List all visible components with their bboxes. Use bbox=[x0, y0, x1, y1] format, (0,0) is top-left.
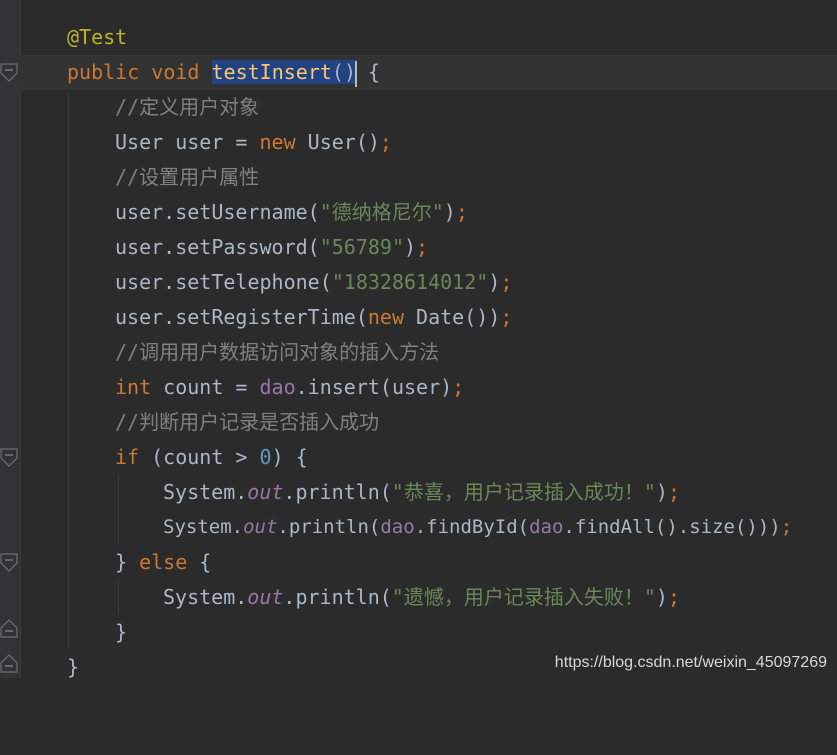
code-line[interactable]: //设置用户属性 bbox=[20, 160, 837, 195]
code-line-current[interactable]: public void testInsert() { bbox=[20, 55, 837, 90]
text-token: ) bbox=[655, 480, 668, 504]
text-token: user.setTelephone( bbox=[115, 270, 332, 294]
text-token: } bbox=[67, 655, 80, 679]
text-token: } bbox=[115, 550, 140, 574]
text-token: System. bbox=[163, 516, 244, 538]
keyword-token: new bbox=[259, 130, 296, 154]
string-token: "遗憾，用户记录插入失败！" bbox=[391, 585, 656, 609]
code-line[interactable]: user.setUsername("德纳格尼尔"); bbox=[20, 195, 837, 230]
keyword-token: new bbox=[367, 305, 404, 329]
fold-close-icon[interactable] bbox=[0, 652, 18, 674]
comment-token: //调用用户数据访问对象的插入方法 bbox=[115, 340, 440, 364]
semicolon-token: ; bbox=[455, 200, 468, 224]
text-token: ) bbox=[443, 200, 456, 224]
code-line[interactable]: if (count > 0) { bbox=[20, 440, 837, 475]
text-token: user.setRegisterTime( bbox=[115, 305, 368, 329]
text-token: user.setUsername( bbox=[115, 200, 320, 224]
field-token: dao bbox=[380, 516, 415, 538]
semicolon-token: ; bbox=[500, 270, 513, 294]
code-line[interactable]: user.setPassword("56789"); bbox=[20, 230, 837, 265]
keyword-token: else bbox=[139, 550, 188, 574]
semicolon-token: ; bbox=[379, 130, 392, 154]
keyword-token: int bbox=[115, 375, 152, 399]
selected-method-name[interactable]: testInsert bbox=[211, 60, 332, 84]
semicolon-token: ; bbox=[667, 480, 680, 504]
field-token: dao bbox=[529, 516, 564, 538]
field-token: dao bbox=[259, 375, 296, 399]
code-line[interactable]: @Test bbox=[20, 20, 837, 55]
string-token: "德纳格尼尔" bbox=[319, 200, 444, 224]
text-token: System. bbox=[163, 480, 248, 504]
text-token: System. bbox=[163, 585, 248, 609]
string-token: "18328614012" bbox=[331, 270, 489, 294]
text-token: ) bbox=[404, 235, 417, 259]
keyword-token: if bbox=[115, 445, 140, 469]
static-field-token: out bbox=[247, 585, 284, 609]
static-field-token: out bbox=[243, 516, 278, 538]
fold-open-icon[interactable] bbox=[0, 447, 18, 469]
watermark-url: https://blog.csdn.net/weixin_45097269 bbox=[554, 654, 827, 671]
text-token: .println( bbox=[283, 585, 392, 609]
semicolon-token: ; bbox=[780, 516, 793, 538]
annotation-token: @Test bbox=[67, 25, 128, 49]
text-token: ) bbox=[488, 270, 501, 294]
brace-token: { bbox=[356, 60, 381, 84]
paren-token: () bbox=[331, 60, 357, 84]
text-token: (count > bbox=[139, 445, 260, 469]
code-line[interactable]: System.out.println("恭喜，用户记录插入成功！"); bbox=[20, 475, 837, 510]
code-line[interactable]: } bbox=[20, 615, 837, 650]
text-token: .findById( bbox=[414, 516, 530, 538]
fold-open-icon[interactable] bbox=[0, 62, 18, 84]
comment-token: //判断用户记录是否插入成功 bbox=[115, 410, 380, 434]
text-token: Date()) bbox=[404, 305, 501, 329]
string-token: "恭喜，用户记录插入成功！" bbox=[391, 480, 656, 504]
text-token: { bbox=[187, 550, 212, 574]
code-line[interactable]: int count = dao.insert(user); bbox=[20, 370, 837, 405]
text-token: count = bbox=[151, 375, 260, 399]
code-line[interactable]: System.out.println("遗憾，用户记录插入失败！"); bbox=[20, 580, 837, 615]
text-token: User user = bbox=[115, 130, 260, 154]
code-line[interactable]: } else { bbox=[20, 545, 837, 580]
text-token: .println( bbox=[283, 480, 392, 504]
text-token: .findAll().size())) bbox=[563, 516, 781, 538]
text-token: User() bbox=[295, 130, 380, 154]
code-line[interactable]: User user = new User(); bbox=[20, 125, 837, 160]
keyword-token: public void bbox=[67, 60, 212, 84]
text-token: ) { bbox=[271, 445, 308, 469]
semicolon-token: ; bbox=[452, 375, 465, 399]
code-line[interactable]: //调用用户数据访问对象的插入方法 bbox=[20, 335, 837, 370]
code-line[interactable]: user.setTelephone("18328614012"); bbox=[20, 265, 837, 300]
code-line[interactable]: System.out.println(dao.findById(dao.find… bbox=[20, 510, 837, 545]
number-token: 0 bbox=[259, 445, 272, 469]
semicolon-token: ; bbox=[667, 585, 680, 609]
text-token: user.setPassword( bbox=[115, 235, 320, 259]
code-editor[interactable]: @Test public void testInsert() { //定义用户对… bbox=[20, 0, 837, 679]
fold-open-icon[interactable] bbox=[0, 552, 18, 574]
editor-gutter bbox=[0, 0, 21, 678]
fold-close-icon[interactable] bbox=[0, 617, 18, 639]
text-token: } bbox=[115, 620, 128, 644]
semicolon-token: ; bbox=[416, 235, 429, 259]
text-token: ) bbox=[655, 585, 668, 609]
static-field-token: out bbox=[247, 480, 284, 504]
comment-token: //设置用户属性 bbox=[115, 165, 260, 189]
code-line[interactable]: //判断用户记录是否插入成功 bbox=[20, 405, 837, 440]
string-token: "56789" bbox=[319, 235, 404, 259]
semicolon-token: ; bbox=[500, 305, 513, 329]
text-token: .println( bbox=[277, 516, 381, 538]
text-token: .insert(user) bbox=[295, 375, 453, 399]
code-line[interactable]: //定义用户对象 bbox=[20, 90, 837, 125]
comment-token: //定义用户对象 bbox=[115, 95, 260, 119]
code-line[interactable]: user.setRegisterTime(new Date()); bbox=[20, 300, 837, 335]
